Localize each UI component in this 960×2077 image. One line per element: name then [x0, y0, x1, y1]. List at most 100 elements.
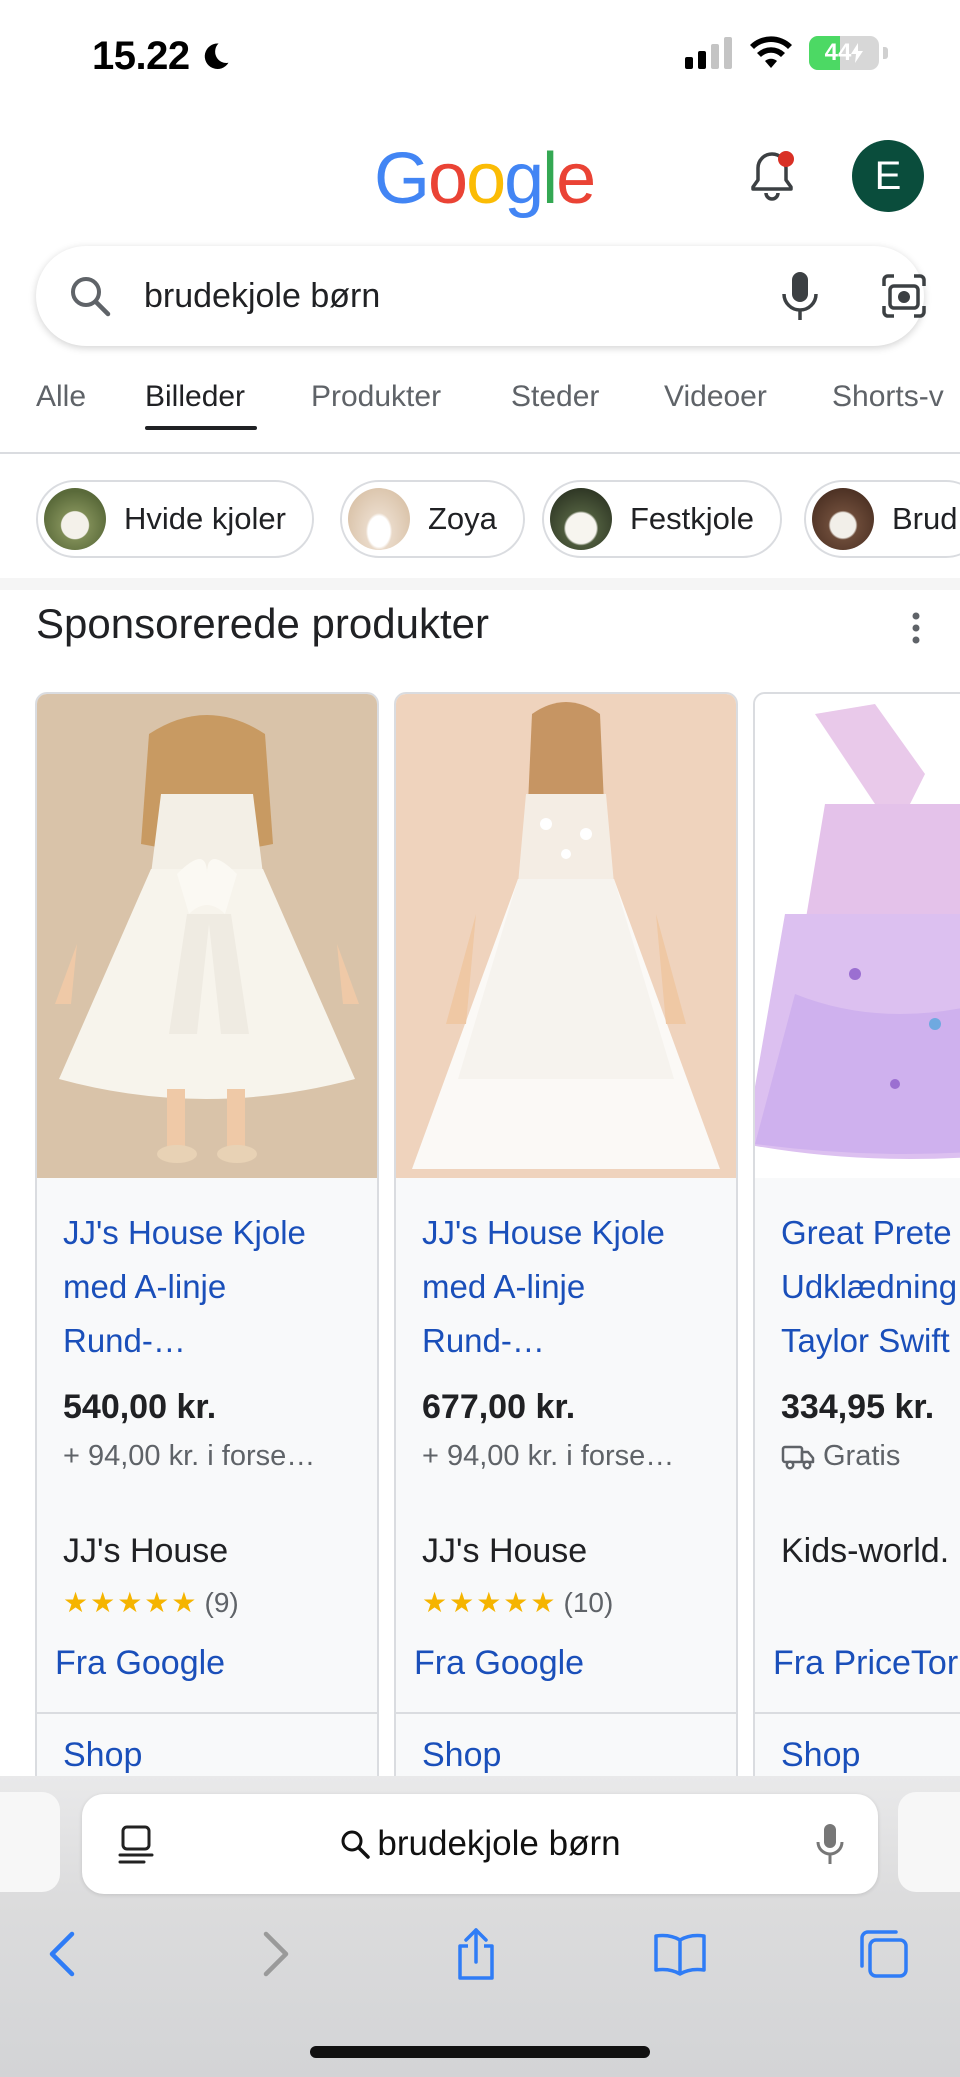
- product-store: JJ's House: [63, 1532, 229, 1570]
- product-price: 677,00 kr.: [422, 1388, 576, 1426]
- product-title-line: med A-linje: [422, 1268, 586, 1305]
- tab-videoer[interactable]: Videoer: [664, 380, 767, 414]
- delivery-truck-icon: [781, 1445, 815, 1469]
- chip-label: Hvide kjoler: [124, 501, 286, 536]
- product-source-link[interactable]: Fra Google: [414, 1644, 584, 1683]
- product-title-line: Great Prete: [781, 1214, 952, 1251]
- address-search-icon: [341, 1830, 371, 1859]
- product-shipping: + 94,00 kr. i forse…: [422, 1440, 674, 1473]
- battery-tip: [883, 47, 888, 59]
- voice-search-mic-icon[interactable]: [776, 270, 824, 322]
- chip-label: Festkjole: [630, 501, 755, 536]
- section-divider: [0, 578, 960, 590]
- product-shipping: Gratis: [781, 1440, 900, 1473]
- product-card[interactable]: Great Prete Udklædning Taylor Swift 334,…: [753, 692, 960, 1780]
- google-logo-letter: l: [542, 139, 558, 219]
- product-title-line: Rund-…: [63, 1322, 186, 1359]
- chip-brud[interactable]: Brud: [804, 480, 960, 558]
- product-card[interactable]: JJ's House Kjole med A-linje Rund-… 540,…: [35, 692, 379, 1780]
- google-lens-camera-icon[interactable]: [880, 272, 928, 320]
- chip-thumbnail: [550, 488, 612, 550]
- product-rating: ★★★★★ (10): [422, 1586, 613, 1619]
- home-indicator[interactable]: [310, 2046, 650, 2058]
- forward-icon[interactable]: [246, 1926, 302, 1982]
- product-card[interactable]: JJ's House Kjole med A-linje Rund-… 677,…: [394, 692, 738, 1780]
- battery-indicator: 44: [809, 36, 879, 70]
- tabs-icon[interactable]: [856, 1926, 912, 1982]
- wifi-icon: [750, 36, 792, 68]
- battery-percentage: 44: [824, 39, 852, 66]
- product-title-line: Rund-…: [422, 1322, 545, 1359]
- tab-steder[interactable]: Steder: [511, 380, 599, 414]
- tab-shorts[interactable]: Shorts-v: [832, 380, 944, 414]
- tab-alle[interactable]: Alle: [36, 380, 86, 414]
- product-image[interactable]: [396, 694, 736, 1178]
- product-title-line: Udklædning: [781, 1268, 958, 1305]
- chip-label: Zoya: [428, 501, 497, 536]
- google-logo-letter: g: [504, 139, 544, 219]
- shop-link[interactable]: Shop: [63, 1736, 142, 1775]
- google-logo-letter: e: [556, 139, 596, 219]
- address-text[interactable]: brudekjole børn: [82, 1794, 878, 1894]
- card-divider: [37, 1712, 377, 1714]
- account-avatar[interactable]: E: [852, 140, 924, 212]
- previous-tab-preview[interactable]: [0, 1792, 60, 1892]
- product-title-line: JJ's House Kjole: [422, 1214, 665, 1251]
- status-time: 15.22: [92, 34, 232, 79]
- google-logo-letter: G: [374, 139, 430, 219]
- active-tab-underline: [145, 426, 257, 430]
- product-source-link[interactable]: Fra PriceTor: [773, 1644, 958, 1683]
- shipping-text: Gratis: [823, 1440, 901, 1472]
- product-shipping: + 94,00 kr. i forse…: [63, 1440, 315, 1473]
- chip-hvide-kjoler[interactable]: Hvide kjoler: [36, 480, 314, 558]
- google-logo[interactable]: Google: [374, 138, 596, 220]
- chip-zoya[interactable]: Zoya: [340, 480, 525, 558]
- rating-count: (9): [204, 1586, 239, 1618]
- tab-produkter[interactable]: Produkter: [311, 380, 441, 414]
- search-icon: [71, 277, 111, 317]
- chip-festkjole[interactable]: Festkjole: [542, 480, 783, 558]
- product-title[interactable]: Great Prete Udklædning Taylor Swift: [781, 1206, 960, 1368]
- back-icon[interactable]: [36, 1926, 92, 1982]
- shipping-text: + 94,00 kr. i forse…: [422, 1440, 675, 1472]
- chip-label: Brud: [892, 501, 958, 536]
- shop-link[interactable]: Shop: [422, 1736, 501, 1775]
- product-source-link[interactable]: Fra Google: [55, 1644, 225, 1683]
- product-title-line: JJ's House Kjole: [63, 1214, 306, 1251]
- address-bar[interactable]: brudekjole børn: [82, 1794, 878, 1894]
- search-box[interactable]: brudekjole børn: [36, 246, 926, 346]
- shop-link[interactable]: Shop: [781, 1736, 860, 1775]
- google-logo-letter: o: [466, 139, 506, 219]
- battery-text: 44: [809, 36, 879, 70]
- chip-thumbnail: [44, 488, 106, 550]
- next-tab-preview[interactable]: [898, 1792, 960, 1892]
- product-title-line: med A-linje: [63, 1268, 227, 1305]
- card-divider: [396, 1712, 736, 1714]
- avatar-letter: E: [874, 153, 902, 198]
- product-image[interactable]: [755, 694, 960, 1178]
- charging-bolt-icon: [851, 43, 864, 63]
- share-icon[interactable]: [448, 1926, 504, 1982]
- address-query: brudekjole børn: [377, 1824, 621, 1863]
- product-store: Kids-world.: [781, 1532, 950, 1570]
- cellular-signal-icon: [685, 37, 732, 69]
- more-options-icon[interactable]: [904, 608, 928, 648]
- address-mic-icon[interactable]: [814, 1822, 846, 1866]
- product-image[interactable]: [37, 694, 377, 1178]
- chip-thumbnail: [348, 488, 410, 550]
- product-store: JJ's House: [422, 1532, 588, 1570]
- tab-billeder[interactable]: Billeder: [145, 380, 245, 414]
- product-title[interactable]: JJ's House Kjole med A-linje Rund-…: [422, 1206, 722, 1368]
- do-not-disturb-moon-icon: [204, 43, 229, 69]
- product-title[interactable]: JJ's House Kjole med A-linje Rund-…: [63, 1206, 363, 1368]
- chip-thumbnail: [812, 488, 874, 550]
- status-bar: 15.22 44: [0, 0, 960, 115]
- bookmarks-icon[interactable]: [652, 1926, 708, 1982]
- search-query-text[interactable]: brudekjole børn: [144, 246, 380, 346]
- rating-stars-icon: ★★★★★: [422, 1587, 558, 1618]
- rating-count: (10): [563, 1586, 614, 1618]
- google-logo-letter: o: [428, 139, 468, 219]
- refinement-chips: Hvide kjoler Zoya Festkjole Brud: [0, 470, 960, 570]
- notifications-bell-icon[interactable]: [748, 148, 796, 204]
- shipping-text: + 94,00 kr. i forse…: [63, 1440, 316, 1472]
